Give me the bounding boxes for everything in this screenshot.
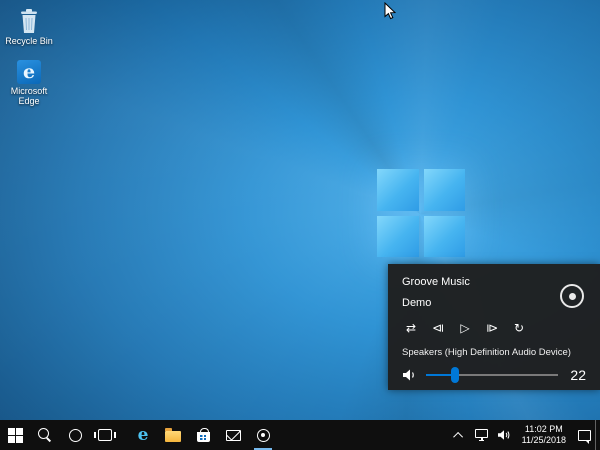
windows-desktop-screen: Recycle Bin e Microsoft Edge Groove Musi… [0,0,600,450]
chevron-up-icon [453,431,463,441]
recycle-bin-icon [17,8,41,34]
audio-device-name[interactable]: Speakers (High Definition Audio Device) [402,347,586,358]
task-view-icon [98,429,112,441]
edge-icon-letter: e [23,61,35,83]
clock-time: 11:02 PM [525,424,563,435]
start-button[interactable] [0,420,30,450]
windows-start-icon [8,428,23,443]
media-controls: ⇄ ⧏ ▷ ⧐ ↻ [402,319,586,337]
windows-logo-pane [377,216,419,258]
tray-show-hidden-icons-button[interactable] [449,420,471,450]
task-view-button[interactable] [90,420,120,450]
mail-button[interactable] [218,420,248,450]
search-icon [37,427,53,443]
desktop-icon-microsoft-edge[interactable]: e Microsoft Edge [0,60,58,106]
repeat-button[interactable]: ↻ [510,319,528,337]
edge-icon: e [17,60,41,84]
search-button[interactable] [30,420,60,450]
groove-music-taskbar-icon [257,429,270,442]
show-desktop-button[interactable] [595,420,600,450]
shuffle-button[interactable]: ⇄ [402,319,420,337]
taskbar-clock[interactable]: 11:02 PM 11/25/2018 [515,420,573,450]
file-explorer-icon [165,431,181,442]
cortana-button[interactable] [60,420,90,450]
volume-value: 22 [566,367,586,383]
speaker-icon[interactable] [402,368,418,382]
groove-music-button[interactable] [248,420,278,450]
volume-slider[interactable] [426,366,558,384]
microsoft-store-button[interactable] [188,420,218,450]
tray-network-button[interactable] [471,420,493,450]
windows-logo-pane [424,216,466,258]
taskbar: e [0,420,600,450]
taskbar-edge-button[interactable]: e [128,420,158,450]
windows-logo-wallpaper [377,169,465,257]
previous-button[interactable]: ⧏ [429,319,447,337]
action-center-button[interactable] [573,420,595,450]
desktop[interactable]: Recycle Bin e Microsoft Edge Groove Musi… [0,0,600,420]
mouse-cursor [384,2,396,20]
desktop-icon-label: Microsoft Edge [0,86,58,106]
media-volume-flyout: Groove Music Demo ⇄ ⧏ ▷ ⧐ ↻ Speakers (Hi… [388,264,600,390]
tray-speaker-icon [497,429,511,441]
taskbar-spacer [120,420,128,450]
flyout-app-name: Groove Music [402,276,586,288]
play-button[interactable]: ▷ [456,319,474,337]
next-button[interactable]: ⧐ [483,319,501,337]
file-explorer-button[interactable] [158,420,188,450]
groove-music-icon [560,284,584,308]
microsoft-store-icon [197,432,210,442]
clock-date: 11/25/2018 [522,435,566,446]
tray-volume-button[interactable] [493,420,515,450]
volume-row: 22 [402,366,586,384]
mail-icon [226,430,241,441]
windows-logo-pane [424,169,466,211]
network-icon [475,429,488,438]
desktop-icon-recycle-bin[interactable]: Recycle Bin [0,8,58,46]
edge-taskbar-icon: e [138,427,149,444]
action-center-icon [578,430,591,441]
volume-slider-thumb[interactable] [451,367,459,383]
system-tray: 11:02 PM 11/25/2018 [449,420,600,450]
cortana-icon [69,429,82,442]
flyout-track-title: Demo [402,297,586,309]
windows-logo-pane [377,169,419,211]
desktop-icon-label: Recycle Bin [5,36,53,46]
